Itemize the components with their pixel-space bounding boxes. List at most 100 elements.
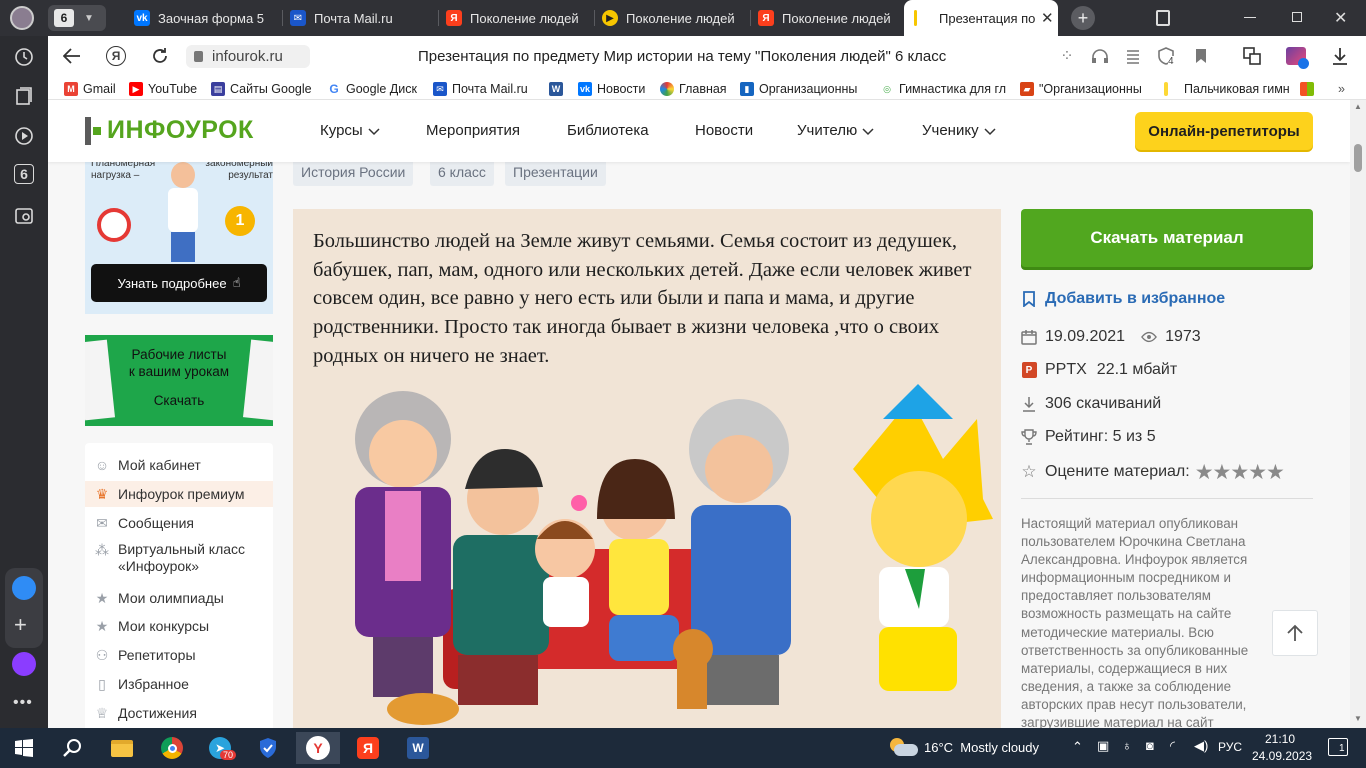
tab-active[interactable]: Презентация по ✕: [904, 0, 1058, 36]
close-window-button[interactable]: ✕: [1334, 8, 1347, 28]
bookmark-org2[interactable]: ▰ "Организационны: [1020, 80, 1148, 98]
maximize-button[interactable]: [1292, 12, 1302, 22]
apps-icon[interactable]: ⁘: [1055, 44, 1079, 68]
add-favorite-link[interactable]: Добавить в избранное: [1021, 288, 1225, 310]
menu-item-messages[interactable]: ✉ Сообщения: [85, 510, 273, 536]
nav-student[interactable]: Ученику: [922, 122, 996, 139]
scroll-up-arrow[interactable]: ▲: [1354, 102, 1362, 111]
language-indicator[interactable]: РУС: [1218, 740, 1242, 754]
more-icon[interactable]: •••: [13, 694, 33, 712]
bookmark-more[interactable]: [1300, 80, 1319, 98]
chevron-up-icon[interactable]: ⌃: [1072, 739, 1083, 755]
download-icon[interactable]: [1328, 44, 1352, 68]
tab-2[interactable]: ✉ Почта Mail.ru: [284, 4, 436, 32]
tab-1[interactable]: vk Заочная форма 5: [128, 4, 280, 32]
screenshot-icon[interactable]: [12, 204, 36, 228]
weather-icon[interactable]: [890, 738, 918, 758]
shield-icon[interactable]: 4: [1154, 44, 1178, 68]
yandex-icon[interactable]: Я: [346, 732, 390, 764]
bookmarks-panel-icon[interactable]: [1156, 10, 1170, 26]
bookmark-news-doc[interactable]: W: [549, 80, 568, 98]
rating-stars[interactable]: ★★★★★: [1195, 460, 1285, 485]
menu-item-cabinet[interactable]: ☺ Мой кабинет: [85, 452, 273, 478]
camera-icon[interactable]: ◙: [1146, 738, 1154, 753]
chrome-icon[interactable]: [150, 732, 194, 764]
nav-courses[interactable]: Курсы: [320, 122, 380, 139]
clock-date[interactable]: 24.09.2023: [1252, 749, 1312, 763]
nav-news[interactable]: Новости: [695, 122, 753, 139]
yandex-browser-icon[interactable]: Y: [296, 732, 340, 764]
scroll-down-arrow[interactable]: ▼: [1354, 714, 1362, 723]
telegram-icon[interactable]: ➤ 70: [198, 732, 242, 764]
tab-4[interactable]: ▶ Поколение людей: [596, 4, 748, 32]
close-tab-icon[interactable]: ✕: [1041, 9, 1054, 27]
bookmark-google-drive[interactable]: G Google Диск: [327, 80, 417, 98]
bookmark-icon[interactable]: [1189, 44, 1213, 68]
menu-item-premium[interactable]: ♛ Инфоурок премиум: [85, 481, 273, 507]
extension-icon[interactable]: [1284, 44, 1309, 69]
reader-icon[interactable]: [1121, 44, 1145, 68]
bookmark-news[interactable]: vk Новости: [578, 80, 645, 98]
new-tab-button[interactable]: +: [1071, 6, 1095, 30]
bookmark-mail[interactable]: ✉ Почта Mail.ru: [433, 80, 528, 98]
search-icon[interactable]: [50, 732, 94, 764]
menu-item-favorites[interactable]: ▯ Избранное: [85, 671, 273, 697]
word-icon[interactable]: W: [396, 732, 440, 764]
presentation-slide[interactable]: Большинство людей на Земле живут семьями…: [293, 209, 1001, 728]
headphones-icon[interactable]: [1088, 44, 1112, 68]
rating-star-icon[interactable]: ★: [1266, 461, 1285, 484]
rating-star-icon[interactable]: ★: [1248, 461, 1267, 484]
bookmark-gmail[interactable]: M Gmail: [64, 80, 116, 98]
clock-icon[interactable]: [12, 45, 36, 69]
windows-start-icon[interactable]: [2, 732, 46, 764]
rating-star-icon[interactable]: ★: [1195, 461, 1214, 484]
weather-text[interactable]: 16°C Mostly cloudy: [924, 740, 1039, 755]
messenger-icon[interactable]: [12, 576, 36, 600]
promo-more-button[interactable]: Узнать подробнее ☝: [91, 264, 267, 302]
bookmark-finger[interactable]: Пальчиковая гимн: [1164, 80, 1294, 98]
add-app-icon[interactable]: +: [14, 614, 27, 636]
url-field[interactable]: infourok.ru: [186, 45, 310, 68]
clock-time[interactable]: 21:10: [1265, 732, 1295, 746]
nav-teacher[interactable]: Учителю: [797, 122, 874, 139]
browser-profile-icon[interactable]: [10, 6, 34, 30]
page-scrollbar[interactable]: ▲ ▼: [1350, 100, 1366, 728]
sidebar-badge[interactable]: 6: [14, 164, 34, 184]
notification-icon[interactable]: 1: [1328, 738, 1348, 756]
network-device-icon[interactable]: ▣: [1097, 738, 1109, 754]
site-logo[interactable]: ИНФОУРОК: [85, 116, 254, 145]
microphone-icon[interactable]: ♁: [1122, 738, 1132, 753]
bookmark-main[interactable]: Главная: [660, 80, 727, 98]
bookmark-youtube[interactable]: ▶ YouTube: [129, 80, 197, 98]
file-explorer-icon[interactable]: [100, 732, 144, 764]
nav-events[interactable]: Мероприятия: [426, 122, 520, 139]
online-tutors-button[interactable]: Онлайн-репетиторы: [1135, 112, 1313, 150]
menu-item-contests[interactable]: ★ Мои конкурсы: [85, 613, 273, 639]
menu-item-virtual-class[interactable]: ⁂ Виртуальный класс «Инфоурок»: [85, 539, 273, 579]
bookmark-gym[interactable]: ◎ Гимнастика для гл: [880, 80, 1008, 98]
video-icon[interactable]: [12, 124, 36, 148]
promo-banner-tutors[interactable]: Планомерная нагрузка – закономерный резу…: [85, 162, 273, 314]
tag-presentations[interactable]: Презентации: [505, 158, 606, 186]
promo2-download-button[interactable]: Скачать: [85, 393, 273, 408]
nav-library[interactable]: Библиотека: [567, 122, 649, 139]
minimize-button[interactable]: [1244, 17, 1256, 18]
volume-icon[interactable]: ◀): [1194, 738, 1208, 754]
tab-counter-button[interactable]: 6 ▼: [48, 5, 106, 31]
tab-3[interactable]: Я Поколение людей: [440, 4, 592, 32]
bookmarks-overflow-icon[interactable]: »: [1338, 80, 1345, 98]
wifi-icon[interactable]: ◜: [1170, 738, 1175, 754]
yandex-home-icon[interactable]: Я: [104, 44, 128, 68]
rating-star-icon[interactable]: ★: [1213, 461, 1232, 484]
back-arrow-icon[interactable]: [60, 44, 84, 68]
scrollbar-thumb[interactable]: [1354, 144, 1362, 172]
bookmark-google-sites[interactable]: ▤ Сайты Google: [211, 80, 312, 98]
menu-item-olympiads[interactable]: ★ Мои олимпиады: [85, 585, 273, 611]
security-app-icon[interactable]: [246, 732, 290, 764]
menu-item-achievements[interactable]: ♕ Достижения: [85, 700, 273, 726]
reload-icon[interactable]: [148, 44, 172, 68]
download-material-button[interactable]: Скачать материал: [1021, 209, 1313, 267]
rating-star-icon[interactable]: ★: [1230, 461, 1249, 484]
collections-icon[interactable]: [12, 84, 36, 108]
translate-icon[interactable]: [1240, 44, 1264, 68]
